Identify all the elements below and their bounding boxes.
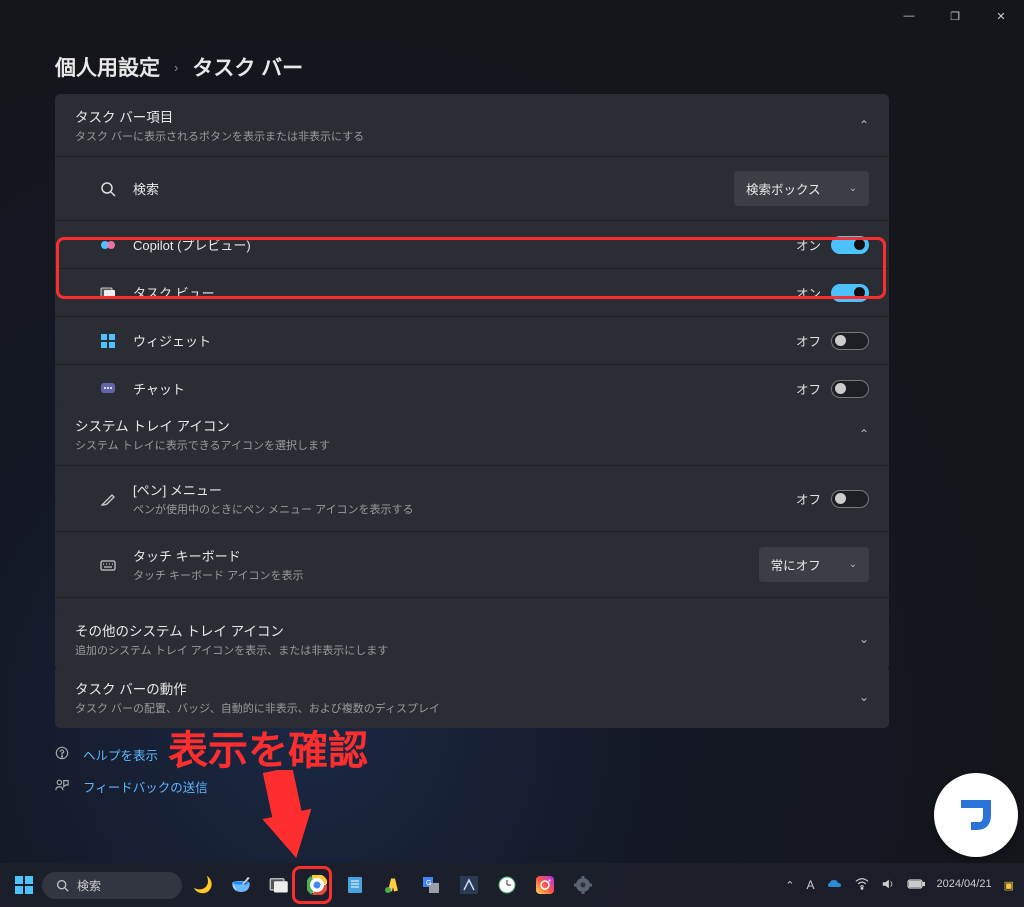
dropdown-label: 検索ボックス (746, 179, 821, 198)
row-label: ウィジェット (133, 331, 211, 350)
tray-wifi-icon[interactable] (855, 877, 869, 894)
tray-onedrive-icon[interactable] (827, 876, 843, 895)
row-label: タッチ キーボード (133, 546, 304, 565)
pen-icon (99, 490, 117, 508)
row-taskview: タスク ビュー オン (55, 268, 889, 316)
row-copilot: Copilot (プレビュー) オン (55, 220, 889, 268)
pen-toggle[interactable] (831, 490, 869, 508)
row-label: チャット (133, 379, 185, 398)
link-label: ヘルプを表示 (83, 745, 158, 764)
row-widgets: ウィジェット オフ (55, 316, 889, 364)
taskbar-ads-icon[interactable] (376, 868, 410, 902)
annotation-arrow-icon (252, 770, 312, 860)
close-button[interactable]: ✕ (978, 0, 1024, 32)
feedback-icon (55, 778, 71, 795)
taskbar-bowl-icon[interactable]: 🥣 (224, 868, 258, 902)
breadcrumb: 個人用設定 › タスク バー (55, 52, 303, 82)
taskview-icon (99, 284, 117, 302)
row-label: [ペン] メニュー (133, 480, 414, 499)
tray-volume-icon[interactable] (881, 877, 895, 894)
feedback-link[interactable]: フィードバックの送信 (55, 777, 208, 796)
tray-date: 2024/04/21 (937, 878, 992, 891)
section-title: その他のシステム トレイ アイコン (75, 620, 388, 640)
tray-battery-icon[interactable] (907, 878, 925, 893)
window-controls: — ❐ ✕ (886, 0, 1024, 32)
section-subtitle: システム トレイに表示できるアイコンを選択します (75, 437, 330, 453)
start-button[interactable] (10, 871, 38, 899)
chevron-right-icon: › (174, 60, 178, 75)
annotation-taskbar-highlight (292, 866, 332, 904)
svg-text:G: G (426, 880, 431, 887)
taskbar-search[interactable]: 検索 (42, 872, 182, 899)
row-label: タスク ビュー (133, 283, 215, 302)
taskview-toggle[interactable] (831, 284, 869, 302)
toggle-state: オン (796, 235, 821, 254)
copilot-icon (99, 236, 117, 254)
corner-badge (934, 773, 1018, 857)
row-label: Copilot (プレビュー) (133, 235, 251, 254)
help-link[interactable]: ヘルプを表示 (55, 745, 158, 764)
taskbar: 検索 🌙 🥣 G ⌃ A (0, 863, 1024, 907)
section-subtitle: 追加のシステム トレイ アイコンを表示、または非表示にします (75, 642, 388, 658)
maximize-button[interactable]: ❐ (932, 0, 978, 32)
toggle-state: オフ (796, 379, 821, 398)
breadcrumb-current: タスク バー (192, 52, 303, 82)
row-pen-menu: [ペン] メニュー ペンが使用中のときにペン メニュー アイコンを表示する オフ (55, 465, 889, 531)
toggle-state: オフ (796, 331, 821, 350)
tray-ime-icon[interactable]: A (807, 878, 815, 892)
tray-overflow-icon[interactable]: ⌃ (785, 879, 794, 892)
chevron-up-icon: ⌃ (859, 427, 869, 441)
widgets-toggle[interactable] (831, 332, 869, 350)
taskbar-notepad-icon[interactable] (338, 868, 372, 902)
link-label: フィードバックの送信 (83, 777, 208, 796)
taskbar-translate-icon[interactable]: G (414, 868, 448, 902)
keyboard-icon (99, 556, 117, 574)
row-sublabel: タッチ キーボード アイコンを表示 (133, 567, 304, 583)
chevron-down-icon: ⌄ (859, 632, 869, 646)
system-tray: ⌃ A 2024/04/21 ▣ (785, 876, 1014, 895)
taskbar-taskview-icon[interactable] (262, 868, 296, 902)
chevron-up-icon: ⌃ (859, 118, 869, 132)
taskbar-items-section: タスク バー項目 タスク バーに表示されるボタンを表示または非表示にする ⌃ 検… (55, 94, 889, 412)
taskbar-app-icon[interactable] (452, 868, 486, 902)
touch-keyboard-dropdown[interactable]: 常にオフ ⌄ (759, 547, 869, 582)
section-title: タスク バー項目 (75, 106, 364, 126)
help-icon (55, 746, 71, 763)
copilot-toggle[interactable] (831, 236, 869, 254)
chevron-down-icon: ⌄ (859, 690, 869, 704)
row-sublabel: ペンが使用中のときにペン メニュー アイコンを表示する (133, 501, 414, 517)
row-search: 検索 検索ボックス ⌄ (55, 156, 889, 220)
other-tray-section[interactable]: その他のシステム トレイ アイコン 追加のシステム トレイ アイコンを表示、また… (55, 608, 889, 670)
widgets-icon (99, 332, 117, 350)
system-tray-header[interactable]: システム トレイ アイコン システム トレイに表示できるアイコンを選択します ⌃ (55, 403, 889, 465)
chat-icon (99, 380, 117, 398)
taskbar-weather-icon[interactable]: 🌙 (186, 868, 220, 902)
section-title: システム トレイ アイコン (75, 415, 330, 435)
taskbar-settings-icon[interactable] (566, 868, 600, 902)
taskbar-clock-icon[interactable] (490, 868, 524, 902)
toggle-state: オン (796, 283, 821, 302)
search-dropdown[interactable]: 検索ボックス ⌄ (734, 171, 869, 206)
row-label: 検索 (133, 179, 159, 198)
breadcrumb-parent[interactable]: 個人用設定 (55, 52, 160, 82)
section-title: タスク バーの動作 (75, 678, 440, 698)
annotation-text: 表示を確認 (168, 718, 368, 776)
dropdown-label: 常にオフ (771, 555, 821, 574)
search-placeholder: 検索 (77, 877, 101, 894)
search-icon (56, 879, 69, 892)
chevron-down-icon: ⌄ (849, 183, 857, 194)
tray-app-icon[interactable]: ▣ (1004, 879, 1014, 892)
chat-toggle[interactable] (831, 380, 869, 398)
chevron-down-icon: ⌄ (849, 559, 857, 570)
toggle-state: オフ (796, 489, 821, 508)
row-touch-keyboard: タッチ キーボード タッチ キーボード アイコンを表示 常にオフ ⌄ (55, 531, 889, 597)
taskbar-items-header[interactable]: タスク バー項目 タスク バーに表示されるボタンを表示または非表示にする ⌃ (55, 94, 889, 156)
section-subtitle: タスク バーに表示されるボタンを表示または非表示にする (75, 128, 364, 144)
section-subtitle: タスク バーの配置、バッジ、自動的に非表示、および複数のディスプレイ (75, 700, 440, 716)
minimize-button[interactable]: — (886, 0, 932, 32)
search-icon (99, 180, 117, 198)
taskbar-instagram-icon[interactable] (528, 868, 562, 902)
tray-clock[interactable]: 2024/04/21 (937, 878, 992, 891)
